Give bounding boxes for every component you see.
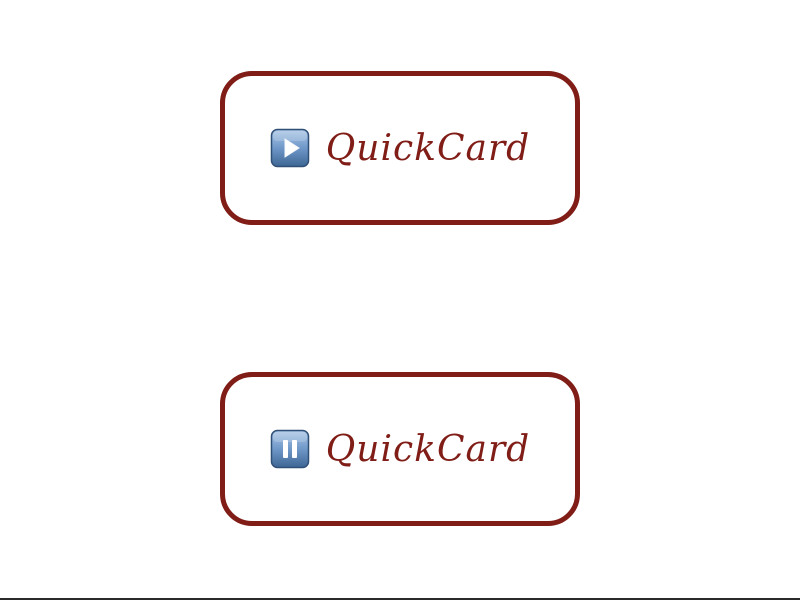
quickcard-play-button[interactable]: QuickCard: [220, 71, 580, 225]
quickcard-label: QuickCard: [325, 128, 531, 169]
pause-icon: [270, 429, 310, 469]
quickcard-pause-button[interactable]: QuickCard: [220, 372, 580, 526]
quickcard-label: QuickCard: [325, 429, 531, 470]
stage: QuickCard QuickCard: [0, 0, 800, 600]
play-icon: [270, 128, 310, 168]
